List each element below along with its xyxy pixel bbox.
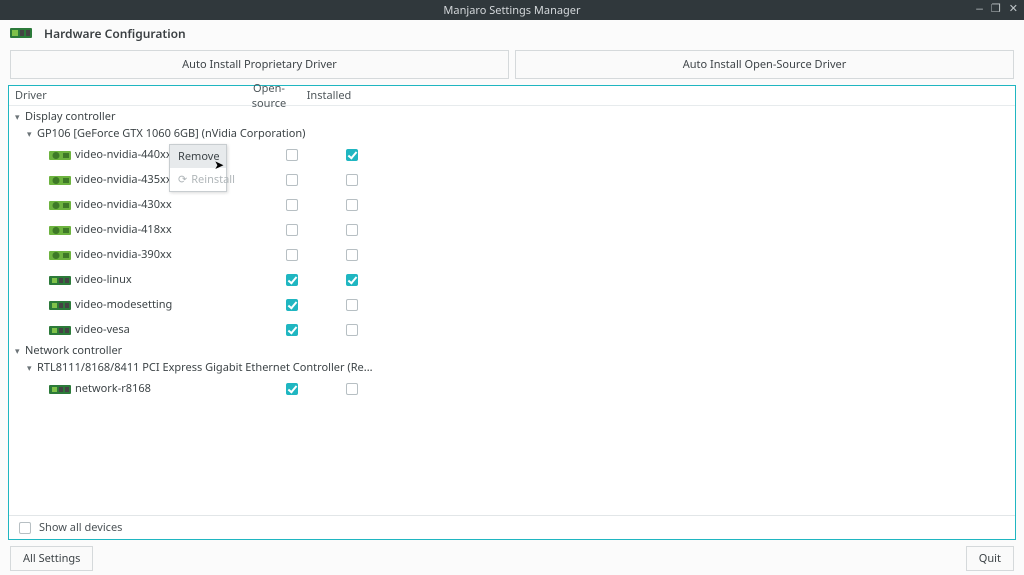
- gpu-icon: [49, 248, 71, 262]
- driver-row[interactable]: video-vesa: [9, 317, 1015, 342]
- driver-row[interactable]: video-modesetting: [9, 292, 1015, 317]
- expand-icon[interactable]: ▾: [27, 361, 37, 374]
- open-source-cell: [261, 146, 321, 164]
- all-settings-button[interactable]: All Settings: [10, 546, 93, 571]
- open-source-checkbox[interactable]: [286, 324, 298, 336]
- open-source-cell: [261, 221, 321, 239]
- installed-checkbox[interactable]: [346, 174, 358, 186]
- open-source-checkbox[interactable]: [286, 199, 298, 211]
- installed-cell: [321, 271, 381, 289]
- column-header-installed[interactable]: Installed: [299, 88, 359, 103]
- hardware-icon: [10, 26, 32, 40]
- installed-cell: [321, 380, 381, 398]
- open-source-checkbox[interactable]: [286, 383, 298, 395]
- installed-cell: [321, 246, 381, 264]
- device-label: RTL8111/8168/8411 PCI Express Gigabit Et…: [37, 360, 373, 375]
- driver-row[interactable]: video-nvidia-435xx: [9, 167, 1015, 192]
- expand-icon[interactable]: ▾: [15, 344, 25, 357]
- open-source-cell: [261, 196, 321, 214]
- maximize-icon[interactable]: ❐: [991, 5, 1001, 16]
- window-title: Manjaro Settings Manager: [443, 3, 580, 18]
- driver-name: network-r8168: [75, 381, 245, 396]
- expand-icon[interactable]: ▾: [15, 110, 25, 123]
- driver-row[interactable]: video-nvidia-390xx: [9, 242, 1015, 267]
- open-source-cell: [261, 321, 321, 339]
- driver-name: video-linux: [75, 272, 245, 287]
- quit-button[interactable]: Quit: [966, 546, 1014, 571]
- show-all-devices-checkbox[interactable]: Show all devices: [15, 519, 122, 537]
- open-source-checkbox[interactable]: [286, 224, 298, 236]
- auto-install-proprietary-button[interactable]: Auto Install Proprietary Driver: [10, 50, 509, 79]
- device-row[interactable]: ▾RTL8111/8168/8411 PCI Express Gigabit E…: [9, 359, 1015, 376]
- open-source-cell: [261, 296, 321, 314]
- context-menu: Remove ⟳ Reinstall: [169, 144, 227, 192]
- driver-name: video-nvidia-390xx: [75, 247, 245, 262]
- installed-cell: [321, 171, 381, 189]
- chip-icon: [49, 323, 71, 337]
- driver-tree[interactable]: ▾Display controller▾GP106 [GeForce GTX 1…: [9, 106, 1015, 515]
- open-source-checkbox[interactable]: [286, 249, 298, 261]
- installed-checkbox[interactable]: [346, 149, 358, 161]
- open-source-checkbox[interactable]: [286, 299, 298, 311]
- reinstall-icon: ⟳: [178, 172, 187, 187]
- installed-cell: [321, 296, 381, 314]
- driver-row[interactable]: video-linux: [9, 267, 1015, 292]
- driver-name: video-modesetting: [75, 297, 245, 312]
- category-row[interactable]: ▾Display controller: [9, 108, 1015, 125]
- open-source-cell: [261, 380, 321, 398]
- device-label: GP106 [GeForce GTX 1060 6GB] (nVidia Cor…: [37, 126, 305, 141]
- page-title: Hardware Configuration: [44, 25, 186, 42]
- device-row[interactable]: ▾GP106 [GeForce GTX 1060 6GB] (nVidia Co…: [9, 125, 1015, 142]
- context-remove[interactable]: Remove: [170, 145, 226, 168]
- driver-row[interactable]: network-r8168: [9, 376, 1015, 401]
- installed-cell: [321, 146, 381, 164]
- installed-checkbox[interactable]: [346, 199, 358, 211]
- auto-install-opensource-button[interactable]: Auto Install Open-Source Driver: [515, 50, 1014, 79]
- gpu-icon: [49, 173, 71, 187]
- category-label: Network controller: [25, 343, 122, 358]
- show-all-checkbox-input[interactable]: [19, 522, 31, 534]
- open-source-cell: [261, 171, 321, 189]
- open-source-cell: [261, 246, 321, 264]
- installed-checkbox[interactable]: [346, 324, 358, 336]
- column-header-driver[interactable]: Driver: [9, 88, 239, 103]
- open-source-cell: [261, 271, 321, 289]
- titlebar: Manjaro Settings Manager — ❐ ✕: [0, 0, 1024, 20]
- open-source-checkbox[interactable]: [286, 149, 298, 161]
- installed-cell: [321, 221, 381, 239]
- category-label: Display controller: [25, 109, 116, 124]
- close-icon[interactable]: ✕: [1009, 5, 1018, 16]
- open-source-checkbox[interactable]: [286, 274, 298, 286]
- driver-name: video-vesa: [75, 322, 245, 337]
- category-row[interactable]: ▾Network controller: [9, 342, 1015, 359]
- gpu-icon: [49, 223, 71, 237]
- driver-name: video-nvidia-430xx: [75, 197, 245, 212]
- driver-name: video-nvidia-418xx: [75, 222, 245, 237]
- installed-cell: [321, 196, 381, 214]
- gpu-icon: [49, 198, 71, 212]
- minimize-icon[interactable]: —: [976, 5, 983, 16]
- installed-checkbox[interactable]: [346, 224, 358, 236]
- page-header: Hardware Configuration: [0, 20, 1024, 46]
- gpu-icon: [49, 148, 71, 162]
- expand-icon[interactable]: ▾: [27, 127, 37, 140]
- chip-icon: [49, 273, 71, 287]
- chip-icon: [49, 298, 71, 312]
- driver-row[interactable]: video-nvidia-418xx: [9, 217, 1015, 242]
- installed-checkbox[interactable]: [346, 274, 358, 286]
- installed-cell: [321, 321, 381, 339]
- driver-table: Driver Open-source Installed ▾Display co…: [8, 85, 1016, 540]
- driver-row[interactable]: video-nvidia-440xx: [9, 142, 1015, 167]
- installed-checkbox[interactable]: [346, 299, 358, 311]
- open-source-checkbox[interactable]: [286, 174, 298, 186]
- installed-checkbox[interactable]: [346, 249, 358, 261]
- context-reinstall[interactable]: ⟳ Reinstall: [170, 168, 226, 191]
- installed-checkbox[interactable]: [346, 383, 358, 395]
- driver-row[interactable]: video-nvidia-430xx: [9, 192, 1015, 217]
- chip-icon: [49, 382, 71, 396]
